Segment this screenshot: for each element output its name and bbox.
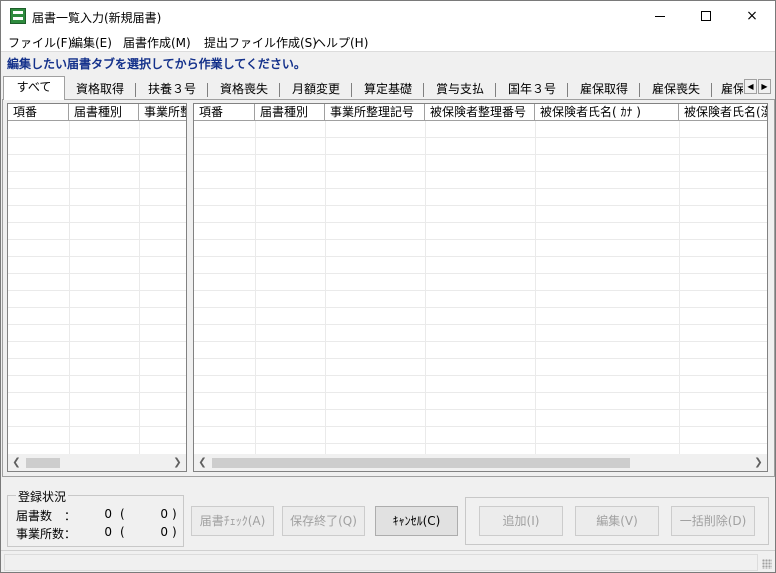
column-divider (325, 121, 326, 456)
column-header[interactable]: 項番 (8, 104, 69, 121)
tab-separator (495, 83, 496, 97)
grid-header: 項番 届書種別 事業所整 (8, 104, 186, 121)
tab-national-pension-3[interactable]: 国年３号 (505, 80, 559, 99)
scroll-right-button[interactable]: ❯ (169, 454, 186, 471)
stat-count: 0 (104, 525, 112, 539)
tab-employment-loss[interactable]: 雇保喪失 (649, 80, 703, 99)
menu-help[interactable]: ヘルプ(H) (313, 34, 369, 51)
column-divider (139, 121, 140, 456)
tab-bonus-payment[interactable]: 賞与支払 (433, 80, 487, 99)
column-divider (535, 121, 536, 456)
tab-separator (711, 83, 712, 97)
cancel-button[interactable]: ｷｬﾝｾﾙ(C) (375, 506, 458, 536)
instruction-text: 編集したい届書タブを選択してから作業してください。 (7, 57, 306, 71)
grid-body[interactable] (194, 121, 767, 456)
tab-scroll-left-button[interactable]: ◀ (744, 79, 757, 94)
app-icon (10, 8, 26, 24)
column-divider (255, 121, 256, 456)
tab-separator (639, 83, 640, 97)
minimize-icon (655, 15, 665, 17)
edit-button[interactable]: 編集(V) (575, 506, 659, 536)
column-header[interactable]: 被保険者氏名(漢 (679, 104, 767, 121)
column-header[interactable]: 届書種別 (69, 104, 139, 121)
column-header[interactable]: 事業所整 (139, 104, 186, 121)
stat-sub-count: 0 (160, 507, 168, 521)
tab-scroll-right-button[interactable]: ▶ (758, 79, 771, 94)
main-window: 届書一覧入力(新規届書) × ファイル(F) 編集(E) 届書作成(M) 提出フ… (0, 0, 776, 573)
tab-all[interactable]: すべて (3, 76, 65, 100)
column-header[interactable]: 届書種別 (255, 104, 325, 121)
stat-paren-close: ) (172, 507, 177, 521)
tab-employment-partial[interactable]: 雇保 (721, 80, 743, 99)
title-bar[interactable]: 届書一覧入力(新規届書) × (1, 1, 775, 32)
tab-employment-acquire[interactable]: 雇保取得 (577, 80, 631, 99)
minimize-button[interactable] (637, 1, 683, 32)
stat-paren-open: ( (120, 507, 125, 521)
column-divider (69, 121, 70, 456)
tab-separator (351, 83, 352, 97)
tab-bar: すべて 資格取得 扶養３号 資格喪失 月額変更 算定基礎 賞与支払 国年３号 雇… (1, 75, 775, 100)
chevron-right-icon: ❯ (754, 457, 763, 468)
stat-count: 0 (104, 507, 112, 521)
stat-colon: ： (64, 527, 77, 541)
menu-bar: ファイル(F) 編集(E) 届書作成(M) 提出ファイル作成(S) ヘルプ(H) (1, 32, 775, 52)
tab-separator (423, 83, 424, 97)
stat-paren-close: ) (172, 525, 177, 539)
grid-header: 項番 届書種別 事業所整理記号 被保険者整理番号 被保険者氏名( ｶﾅ ) 被保… (194, 104, 767, 121)
form-check-button[interactable]: 届書ﾁｪｯｸ(A) (191, 506, 274, 536)
add-button[interactable]: 追加(I) (479, 506, 563, 536)
tab-monthly-change[interactable]: 月額変更 (289, 80, 343, 99)
status-bar (1, 550, 775, 572)
column-divider (425, 121, 426, 456)
tab-dependent-3[interactable]: 扶養３号 (145, 80, 199, 99)
status-bar-panel (4, 554, 758, 571)
window-title: 届書一覧入力(新規届書) (32, 11, 162, 25)
stat-paren-open: ( (120, 525, 125, 539)
scroll-thumb[interactable] (26, 458, 60, 468)
resize-grip-icon[interactable] (762, 559, 772, 569)
tab-qualification-acquire[interactable]: 資格取得 (74, 80, 126, 99)
scroll-left-button[interactable]: ❮ (194, 454, 211, 471)
menu-edit[interactable]: 編集(E) (70, 34, 113, 51)
group-title: 登録状況 (16, 488, 69, 505)
tab-separator (567, 83, 568, 97)
grid-body[interactable] (8, 121, 186, 456)
horizontal-scrollbar[interactable]: ❮ ❯ (8, 454, 186, 471)
chevron-left-icon: ◀ (747, 82, 754, 91)
tab-separator (207, 83, 208, 97)
tab-calculation-base[interactable]: 算定基礎 (361, 80, 415, 99)
menu-create[interactable]: 届書作成(M) (122, 34, 192, 51)
chevron-left-icon: ❮ (198, 457, 207, 468)
registration-status-group: 登録状況 届書数 ： 0 ( 0 ) 事業所数 ： 0 ( 0 ) (7, 488, 184, 547)
stat-label: 届書数 (16, 509, 53, 523)
bulk-delete-button[interactable]: 一括削除(D) (671, 506, 755, 536)
close-button[interactable]: × (729, 1, 775, 32)
column-header[interactable]: 被保険者氏名( ｶﾅ ) (535, 104, 679, 121)
chevron-left-icon: ❮ (12, 457, 21, 468)
save-exit-button[interactable]: 保存終了(Q) (282, 506, 365, 536)
maximize-icon (701, 11, 711, 21)
stat-colon: ： (64, 509, 77, 523)
menu-file[interactable]: ファイル(F) (7, 34, 73, 51)
left-grid[interactable]: 項番 届書種別 事業所整 ❮ ❯ (7, 103, 187, 472)
tab-separator (279, 83, 280, 97)
maximize-button[interactable] (683, 1, 729, 32)
scroll-left-button[interactable]: ❮ (8, 454, 25, 471)
column-header[interactable]: 被保険者整理番号 (425, 104, 535, 121)
close-icon: × (746, 8, 758, 24)
column-divider (679, 121, 680, 456)
horizontal-scrollbar[interactable]: ❮ ❯ (194, 454, 767, 471)
chevron-right-icon: ❯ (173, 457, 182, 468)
tab-separator (135, 83, 136, 97)
column-header[interactable]: 項番 (194, 104, 255, 121)
chevron-right-icon: ▶ (761, 82, 768, 91)
scroll-right-button[interactable]: ❯ (750, 454, 767, 471)
menu-submit-file[interactable]: 提出ファイル作成(S) (203, 34, 318, 51)
scroll-thumb[interactable] (212, 458, 630, 468)
right-grid[interactable]: 項番 届書種別 事業所整理記号 被保険者整理番号 被保険者氏名( ｶﾅ ) 被保… (193, 103, 768, 472)
column-header[interactable]: 事業所整理記号 (325, 104, 425, 121)
tab-qualification-loss[interactable]: 資格喪失 (217, 80, 271, 99)
stat-label: 事業所数 (16, 527, 65, 541)
stat-sub-count: 0 (160, 525, 168, 539)
